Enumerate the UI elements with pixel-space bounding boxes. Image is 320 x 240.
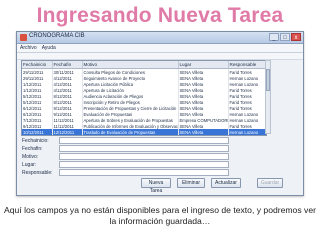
table-cell: Traslado de Evaluación de Propuestas: [82, 129, 179, 135]
responsable-label: Responsable:: [22, 170, 53, 176]
fechafin-label: Fechafin:: [22, 146, 43, 152]
table-cell: 12/12/2011: [52, 129, 83, 135]
minimize-button[interactable]: _: [269, 33, 279, 41]
toolbar: [17, 53, 303, 60]
table-header-row: Fechainicio Fechafin Motivo Lugar Respon…: [22, 61, 266, 69]
save-button[interactable]: Guardar: [257, 178, 283, 188]
column-header-lugar[interactable]: Lugar: [178, 61, 229, 69]
slide-caption: Aquí los campos ya no están disponibles …: [4, 205, 316, 226]
table-cell: Hernan Lozano: [228, 129, 266, 135]
maximize-button[interactable]: □: [280, 33, 290, 41]
column-header-motivo[interactable]: Motivo: [82, 61, 179, 69]
table-row[interactable]: 29/11/2011 30/11/2011 Consulta Pliegos de …: [22, 68, 266, 75]
menu-archivo[interactable]: Archivo: [20, 44, 37, 52]
table-cell: Apertura de Sobres y Evaluación de Propu…: [82, 117, 179, 123]
table-row[interactable]: 7/12/2011 11/12/2011 Apertura de Sobres y …: [22, 117, 266, 123]
table-cell: 10/12/2011: [22, 129, 53, 135]
delete-button[interactable]: Eliminar: [177, 178, 205, 188]
table-cell: Publicación de Informes de Evaluación y …: [82, 123, 179, 129]
motivo-field[interactable]: [59, 153, 229, 160]
window-title: CRONOGRAMA CIB: [29, 33, 85, 39]
window-titlebar: CRONOGRAMA CIB _ □ x: [17, 32, 303, 44]
column-header-fechainicio[interactable]: Fechainicio: [22, 61, 53, 69]
fechainicio-label: Fechainicio:: [22, 138, 49, 144]
table-body: 29/11/2011 30/11/2011 Consulta Pliegos de …: [22, 68, 266, 135]
table-row[interactable]: 10/12/2011 12/12/2011 Traslado de Evaluaci…: [22, 129, 266, 135]
fechainicio-field[interactable]: [59, 137, 229, 144]
motivo-label: Motivo:: [22, 154, 39, 160]
table-row[interactable]: 29/11/2011 4/12/2011 Seguimiento Avance de…: [22, 75, 266, 81]
tasks-table[interactable]: Fechainicio Fechafin Motivo Lugar Respon…: [21, 60, 267, 136]
column-header-fechafin[interactable]: Fechafin: [52, 61, 83, 69]
fechafin-field[interactable]: [59, 145, 229, 152]
update-button[interactable]: Actualizar: [211, 178, 241, 188]
column-header-responsable[interactable]: Responsable: [228, 61, 266, 69]
window-controls: _ □ x: [269, 33, 301, 41]
table-scrollbar[interactable]: [265, 60, 271, 134]
close-button[interactable]: x: [291, 33, 301, 41]
responsable-field[interactable]: [59, 169, 229, 176]
app-window: CRONOGRAMA CIB _ □ x Archivo Ayuda Fecha…: [16, 31, 304, 196]
menu-ayuda[interactable]: Ayuda: [42, 44, 56, 52]
scrollbar-thumb[interactable]: [266, 69, 270, 91]
lugar-field[interactable]: [59, 161, 229, 168]
lugar-label: Lugar:: [22, 162, 37, 168]
table-cell: Empresa COMPUTADORES W: [178, 117, 229, 123]
table-cell: Presentación de Propuestas y Cierre de L…: [82, 105, 179, 111]
table-cell: SENA Villeta: [178, 129, 229, 135]
table-row[interactable]: 9/12/2011 11/12/2011 Publicación de Inform…: [22, 123, 266, 129]
menu-bar: Archivo Ayuda: [17, 44, 303, 53]
new-task-button[interactable]: Nueva Tarea: [141, 178, 171, 194]
app-icon: [20, 34, 27, 41]
table-row[interactable]: 6/12/2011 9/12/2011 Presentación de Propue…: [22, 105, 266, 111]
slide-title: Ingresando Nueva Tarea: [36, 4, 284, 27]
